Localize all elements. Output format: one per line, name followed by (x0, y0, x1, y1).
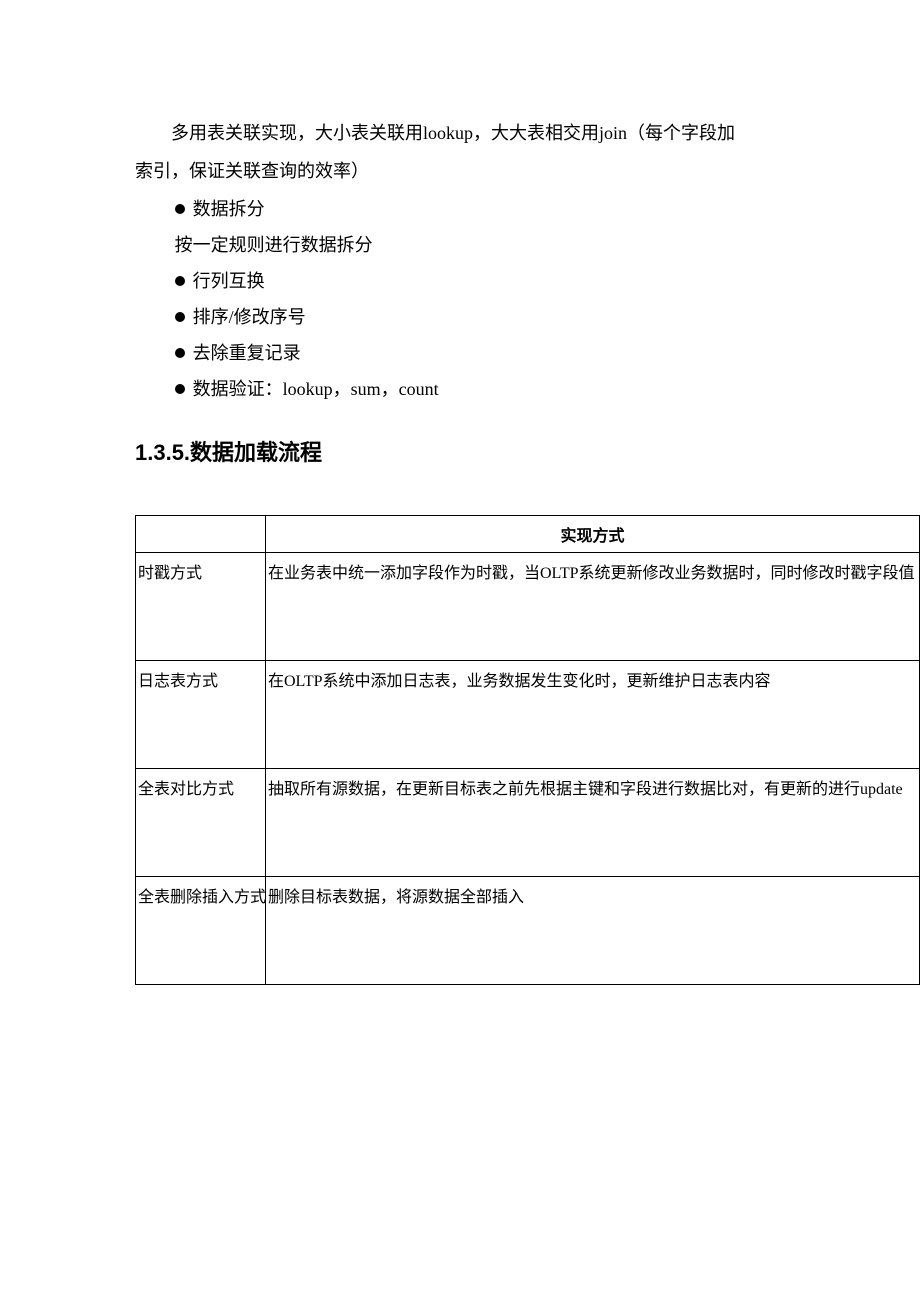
row-description: 在业务表中统一添加字段作为时戳，当OLTP系统更新修改业务数据时，同时修改时戳字… (266, 553, 920, 661)
table-row: 时戳方式 在业务表中统一添加字段作为时戳，当OLTP系统更新修改业务数据时，同时… (136, 553, 920, 661)
bullet-item: 数据拆分 (135, 191, 785, 227)
bullet-icon (175, 276, 185, 286)
heading-number: 1.3.5. (135, 440, 190, 465)
bullet-text: 去除重复记录 (193, 343, 301, 363)
table-row: 日志表方式 在OLTP系统中添加日志表，业务数据发生变化时，更新维护日志表内容 (136, 661, 920, 769)
bullet-text: 数据拆分 (193, 199, 265, 219)
bullet-item: 行列互换 (135, 263, 785, 299)
table-row: 全表删除插入方式 删除目标表数据，将源数据全部插入 (136, 877, 920, 985)
row-method: 日志表方式 (136, 661, 266, 769)
intro-line2: 索引，保证关联查询的效率） (135, 153, 785, 189)
row-description: 在OLTP系统中添加日志表，业务数据发生变化时，更新维护日志表内容 (266, 661, 920, 769)
table-row: 全表对比方式 抽取所有源数据，在更新目标表之前先根据主键和字段进行数据比对，有更… (136, 769, 920, 877)
table-header-row: 实现方式 (136, 516, 920, 553)
bullet-item: 排序/修改序号 (135, 299, 785, 335)
header-col2: 实现方式 (266, 516, 920, 553)
bullet-item: 去除重复记录 (135, 335, 785, 371)
table-container: 实现方式 时戳方式 在业务表中统一添加字段作为时戳，当OLTP系统更新修改业务数… (135, 515, 920, 985)
bullet-icon (175, 204, 185, 214)
row-description: 删除目标表数据，将源数据全部插入 (266, 877, 920, 985)
bullet-icon (175, 348, 185, 358)
intro-line1: 多用表关联实现，大小表关联用lookup，大大表相交用join（每个字段加 (135, 115, 785, 151)
heading-title: 数据加载流程 (190, 440, 322, 465)
row-method: 全表对比方式 (136, 769, 266, 877)
loading-methods-table: 实现方式 时戳方式 在业务表中统一添加字段作为时戳，当OLTP系统更新修改业务数… (135, 515, 920, 985)
header-col1 (136, 516, 266, 553)
row-method: 时戳方式 (136, 553, 266, 661)
bullet-text: 行列互换 (193, 271, 265, 291)
row-description: 抽取所有源数据，在更新目标表之前先根据主键和字段进行数据比对，有更新的进行upd… (266, 769, 920, 877)
bullet-text: 数据验证：lookup，sum，count (193, 379, 439, 399)
bullet-text: 排序/修改序号 (193, 307, 306, 327)
bullet-item: 数据验证：lookup，sum，count (135, 371, 785, 407)
section-heading: 1.3.5.数据加载流程 (135, 435, 785, 467)
bullet-sub-text: 按一定规则进行数据拆分 (135, 227, 785, 263)
row-method: 全表删除插入方式 (136, 877, 266, 985)
bullet-icon (175, 384, 185, 394)
bullet-icon (175, 312, 185, 322)
